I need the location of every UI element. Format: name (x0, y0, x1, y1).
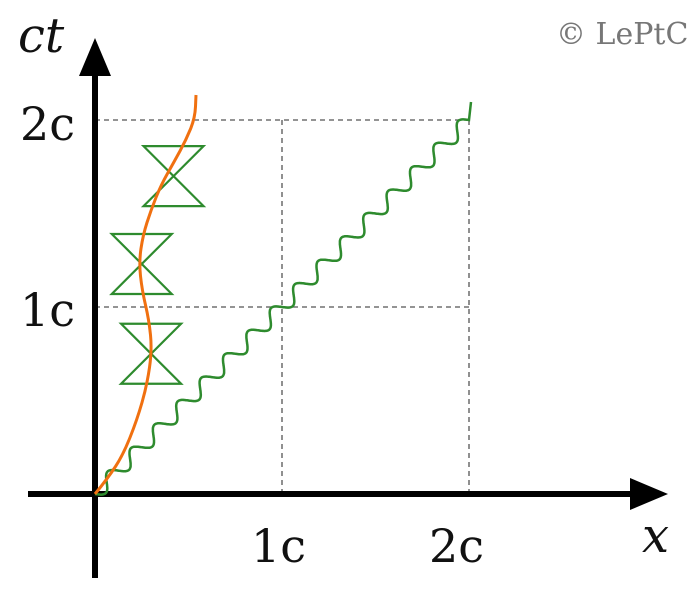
light-cones (109, 145, 207, 385)
y-tick-label-2: 2c (20, 97, 75, 151)
ct-axis-arrow (79, 38, 111, 76)
x-tick-label-1: 1c (251, 519, 306, 573)
x-axis-label: x (642, 508, 669, 564)
spacetime-diagram: ct x 1c 2c 1c 2c © LePtC (18, 8, 688, 578)
y-tick-label-1: 1c (20, 283, 75, 337)
light-wave-worldline (94, 101, 473, 496)
copyright-text: © LePtC (556, 17, 688, 52)
x-tick-label-2: 2c (429, 519, 484, 573)
ct-axis-label: ct (18, 8, 65, 64)
light-cone-3 (140, 145, 207, 208)
x-axis-arrow (630, 478, 668, 510)
